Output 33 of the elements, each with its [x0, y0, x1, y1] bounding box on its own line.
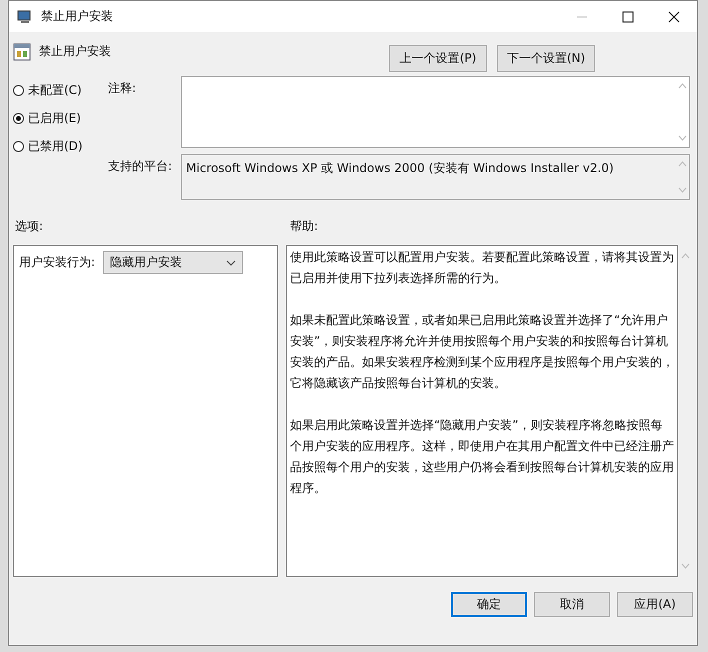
scroll-down-icon[interactable] — [680, 563, 690, 569]
section-label: 帮助: — [290, 218, 318, 235]
navigation-button[interactable]: 下一个设置(N) — [497, 45, 595, 72]
scroll-up-icon[interactable] — [678, 161, 686, 167]
scroll-down-icon[interactable] — [678, 187, 686, 193]
radio-icon[interactable] — [13, 113, 24, 124]
help-paragraph: 如果启用此策略设置并选择“隐藏用户安装”，则安装程序将忽略按照每个用户安装的应用程序。这样，即使用户在其用户配置文件中已经注册产品按照每个用户的安装，这些用户仍将会看到按照每台计算机安装的应用程序。 — [290, 417, 674, 497]
policy-name: 禁止用户安装 — [39, 43, 111, 60]
field-label: 支持的平台: — [108, 158, 174, 175]
field-label: 注释: — [108, 80, 138, 97]
scroll-down-icon[interactable] — [678, 135, 686, 141]
radio-icon[interactable] — [13, 141, 24, 152]
window-title: 禁止用户安装 — [41, 8, 114, 25]
radio-option[interactable]: 已禁用(D) — [13, 137, 108, 156]
section-label: 选项: — [14, 218, 44, 235]
computer-icon — [17, 8, 33, 24]
radio-option[interactable]: 未配置(C) — [13, 81, 108, 100]
radio-icon[interactable] — [13, 85, 24, 96]
dialog-button[interactable]: 确定 — [451, 592, 527, 617]
help-paragraph: 如果未配置此策略设置，或者如果已启用此策略设置并选择了“允许用户安装”，则安装程序将允许并使用按照每个用户安装的和按照每台计算机安装的产品。如果安装程序检测到某个应用程序是按照每个用户安装的，它将隐藏该产品按照每台计算机的安装。 — [290, 312, 674, 392]
chevron-down-icon — [226, 260, 236, 266]
policy-icon — [13, 43, 31, 61]
navigation-button[interactable]: 上一个设置(P) — [389, 45, 487, 72]
dialog-button[interactable]: 取消 — [534, 592, 610, 617]
scroll-up-icon[interactable] — [678, 83, 686, 89]
platform-field: Microsoft Windows XP 或 Windows 2000 (安装有 Windows Installer v2.0) — [181, 154, 690, 200]
radio-option[interactable]: 已启用(E) — [13, 109, 108, 128]
dropdown[interactable]: 隐藏用户安装 — [103, 251, 244, 274]
help-paragraph: 使用此策略设置可以配置用户安装。若要配置此策略设置，请将其设置为已启用并使用下拉列表选择所需的行为。 — [290, 249, 674, 287]
scroll-up-icon[interactable] — [680, 253, 690, 259]
dialog-button[interactable]: 应用(A) — [617, 592, 693, 617]
option-label: 用户安装行为: — [19, 254, 96, 271]
comment-field[interactable] — [181, 76, 690, 148]
